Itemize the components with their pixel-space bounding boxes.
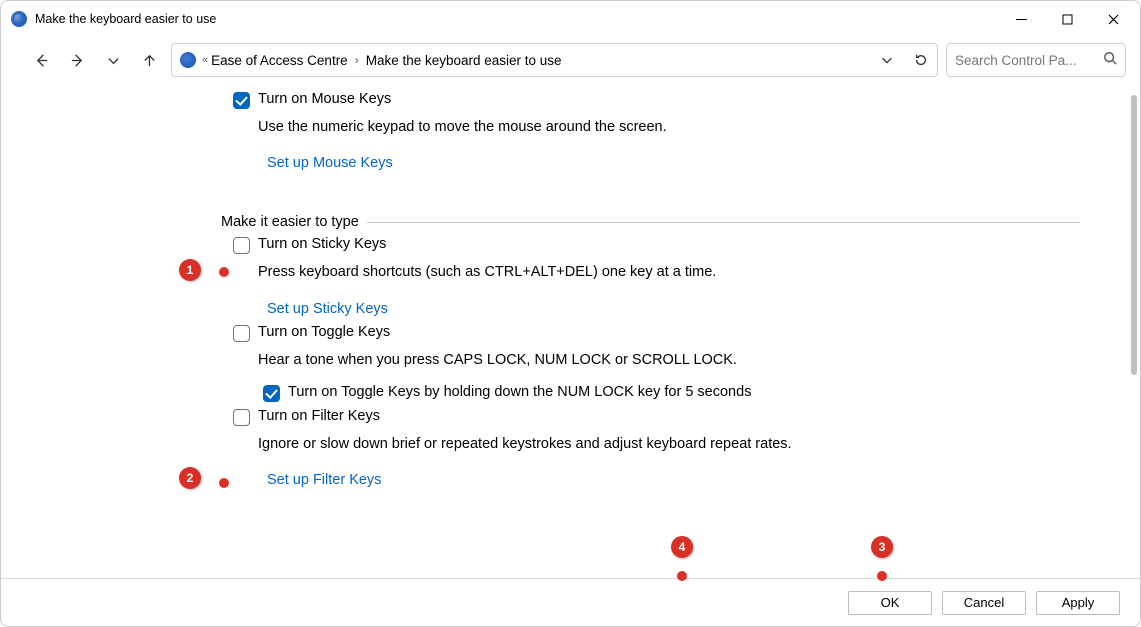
callout-3-dot [877, 571, 887, 581]
section-legend-text: Make it easier to type [221, 214, 359, 230]
close-button[interactable] [1090, 3, 1136, 35]
callout-3: 3 [871, 536, 893, 558]
scrollbar[interactable] [1131, 95, 1137, 375]
toggle-keys-checkbox[interactable] [233, 325, 250, 342]
filter-keys-checkbox[interactable] [233, 409, 250, 426]
address-dropdown[interactable] [877, 46, 897, 74]
titlebar: Make the keyboard easier to use [1, 1, 1140, 37]
forward-button[interactable] [63, 46, 91, 74]
toggle-keys-hold-label: Turn on Toggle Keys by holding down the … [288, 384, 751, 400]
toggle-keys-desc: Hear a tone when you press CAPS LOCK, NU… [258, 350, 1080, 370]
mouse-keys-setup-link[interactable]: Set up Mouse Keys [267, 155, 393, 171]
window-title: Make the keyboard easier to use [35, 12, 216, 26]
sticky-keys-setup-link[interactable]: Set up Sticky Keys [267, 301, 388, 317]
ok-button[interactable]: OK [848, 591, 932, 615]
filter-keys-setup-link[interactable]: Set up Filter Keys [267, 472, 381, 488]
apply-button[interactable]: Apply [1036, 591, 1120, 615]
toggle-keys-row: Turn on Toggle Keys [233, 324, 1080, 342]
sticky-keys-label: Turn on Sticky Keys [258, 236, 386, 252]
toggle-keys-hold-row: Turn on Toggle Keys by holding down the … [263, 384, 1080, 402]
recent-dropdown[interactable] [99, 46, 127, 74]
sticky-keys-desc: Press keyboard shortcuts (such as CTRL+A… [258, 262, 1080, 282]
callout-2: 2 [179, 467, 201, 489]
refresh-button[interactable] [911, 46, 931, 74]
breadcrumb-leaf[interactable]: Make the keyboard easier to use [362, 51, 566, 70]
breadcrumb-root[interactable]: Ease of Access Centre [207, 51, 352, 70]
callout-2-dot [219, 478, 229, 488]
mouse-keys-row: Turn on Mouse Keys [233, 91, 1080, 109]
window-controls [998, 3, 1136, 35]
section-rule [367, 222, 1080, 223]
callout-4-dot [677, 571, 687, 581]
toggle-keys-label: Turn on Toggle Keys [258, 324, 390, 340]
search-box[interactable] [946, 43, 1126, 77]
button-bar: OK Cancel Apply [1, 578, 1140, 626]
sticky-keys-row: Turn on Sticky Keys [233, 236, 1080, 254]
search-input[interactable] [955, 53, 1103, 68]
mouse-keys-checkbox[interactable] [233, 92, 250, 109]
nav-row: « Ease of Access Centre › Make the keybo… [1, 37, 1140, 85]
content-area: Turn on Mouse Keys Use the numeric keypa… [1, 85, 1140, 578]
filter-keys-desc: Ignore or slow down brief or repeated ke… [258, 434, 1080, 454]
filter-keys-row: Turn on Filter Keys [233, 408, 1080, 426]
cancel-button[interactable]: Cancel [942, 591, 1026, 615]
section-make-easier-to-type: Make it easier to type [221, 214, 1080, 230]
app-icon [11, 11, 27, 27]
filter-keys-label: Turn on Filter Keys [258, 408, 380, 424]
search-icon[interactable] [1103, 51, 1117, 70]
callout-4: 4 [671, 536, 693, 558]
callout-1: 1 [179, 259, 201, 281]
maximize-button[interactable] [1044, 3, 1090, 35]
toggle-keys-hold-checkbox[interactable] [263, 385, 280, 402]
control-panel-icon [180, 52, 196, 68]
breadcrumb-overflow-icon[interactable]: « [202, 54, 205, 66]
callout-1-dot [219, 267, 229, 277]
sticky-keys-checkbox[interactable] [233, 237, 250, 254]
back-button[interactable] [27, 46, 55, 74]
chevron-right-icon: › [355, 53, 359, 67]
up-button[interactable] [135, 46, 163, 74]
minimize-button[interactable] [998, 3, 1044, 35]
mouse-keys-desc: Use the numeric keypad to move the mouse… [258, 117, 1080, 137]
address-bar[interactable]: « Ease of Access Centre › Make the keybo… [171, 43, 938, 77]
mouse-keys-label: Turn on Mouse Keys [258, 91, 391, 107]
